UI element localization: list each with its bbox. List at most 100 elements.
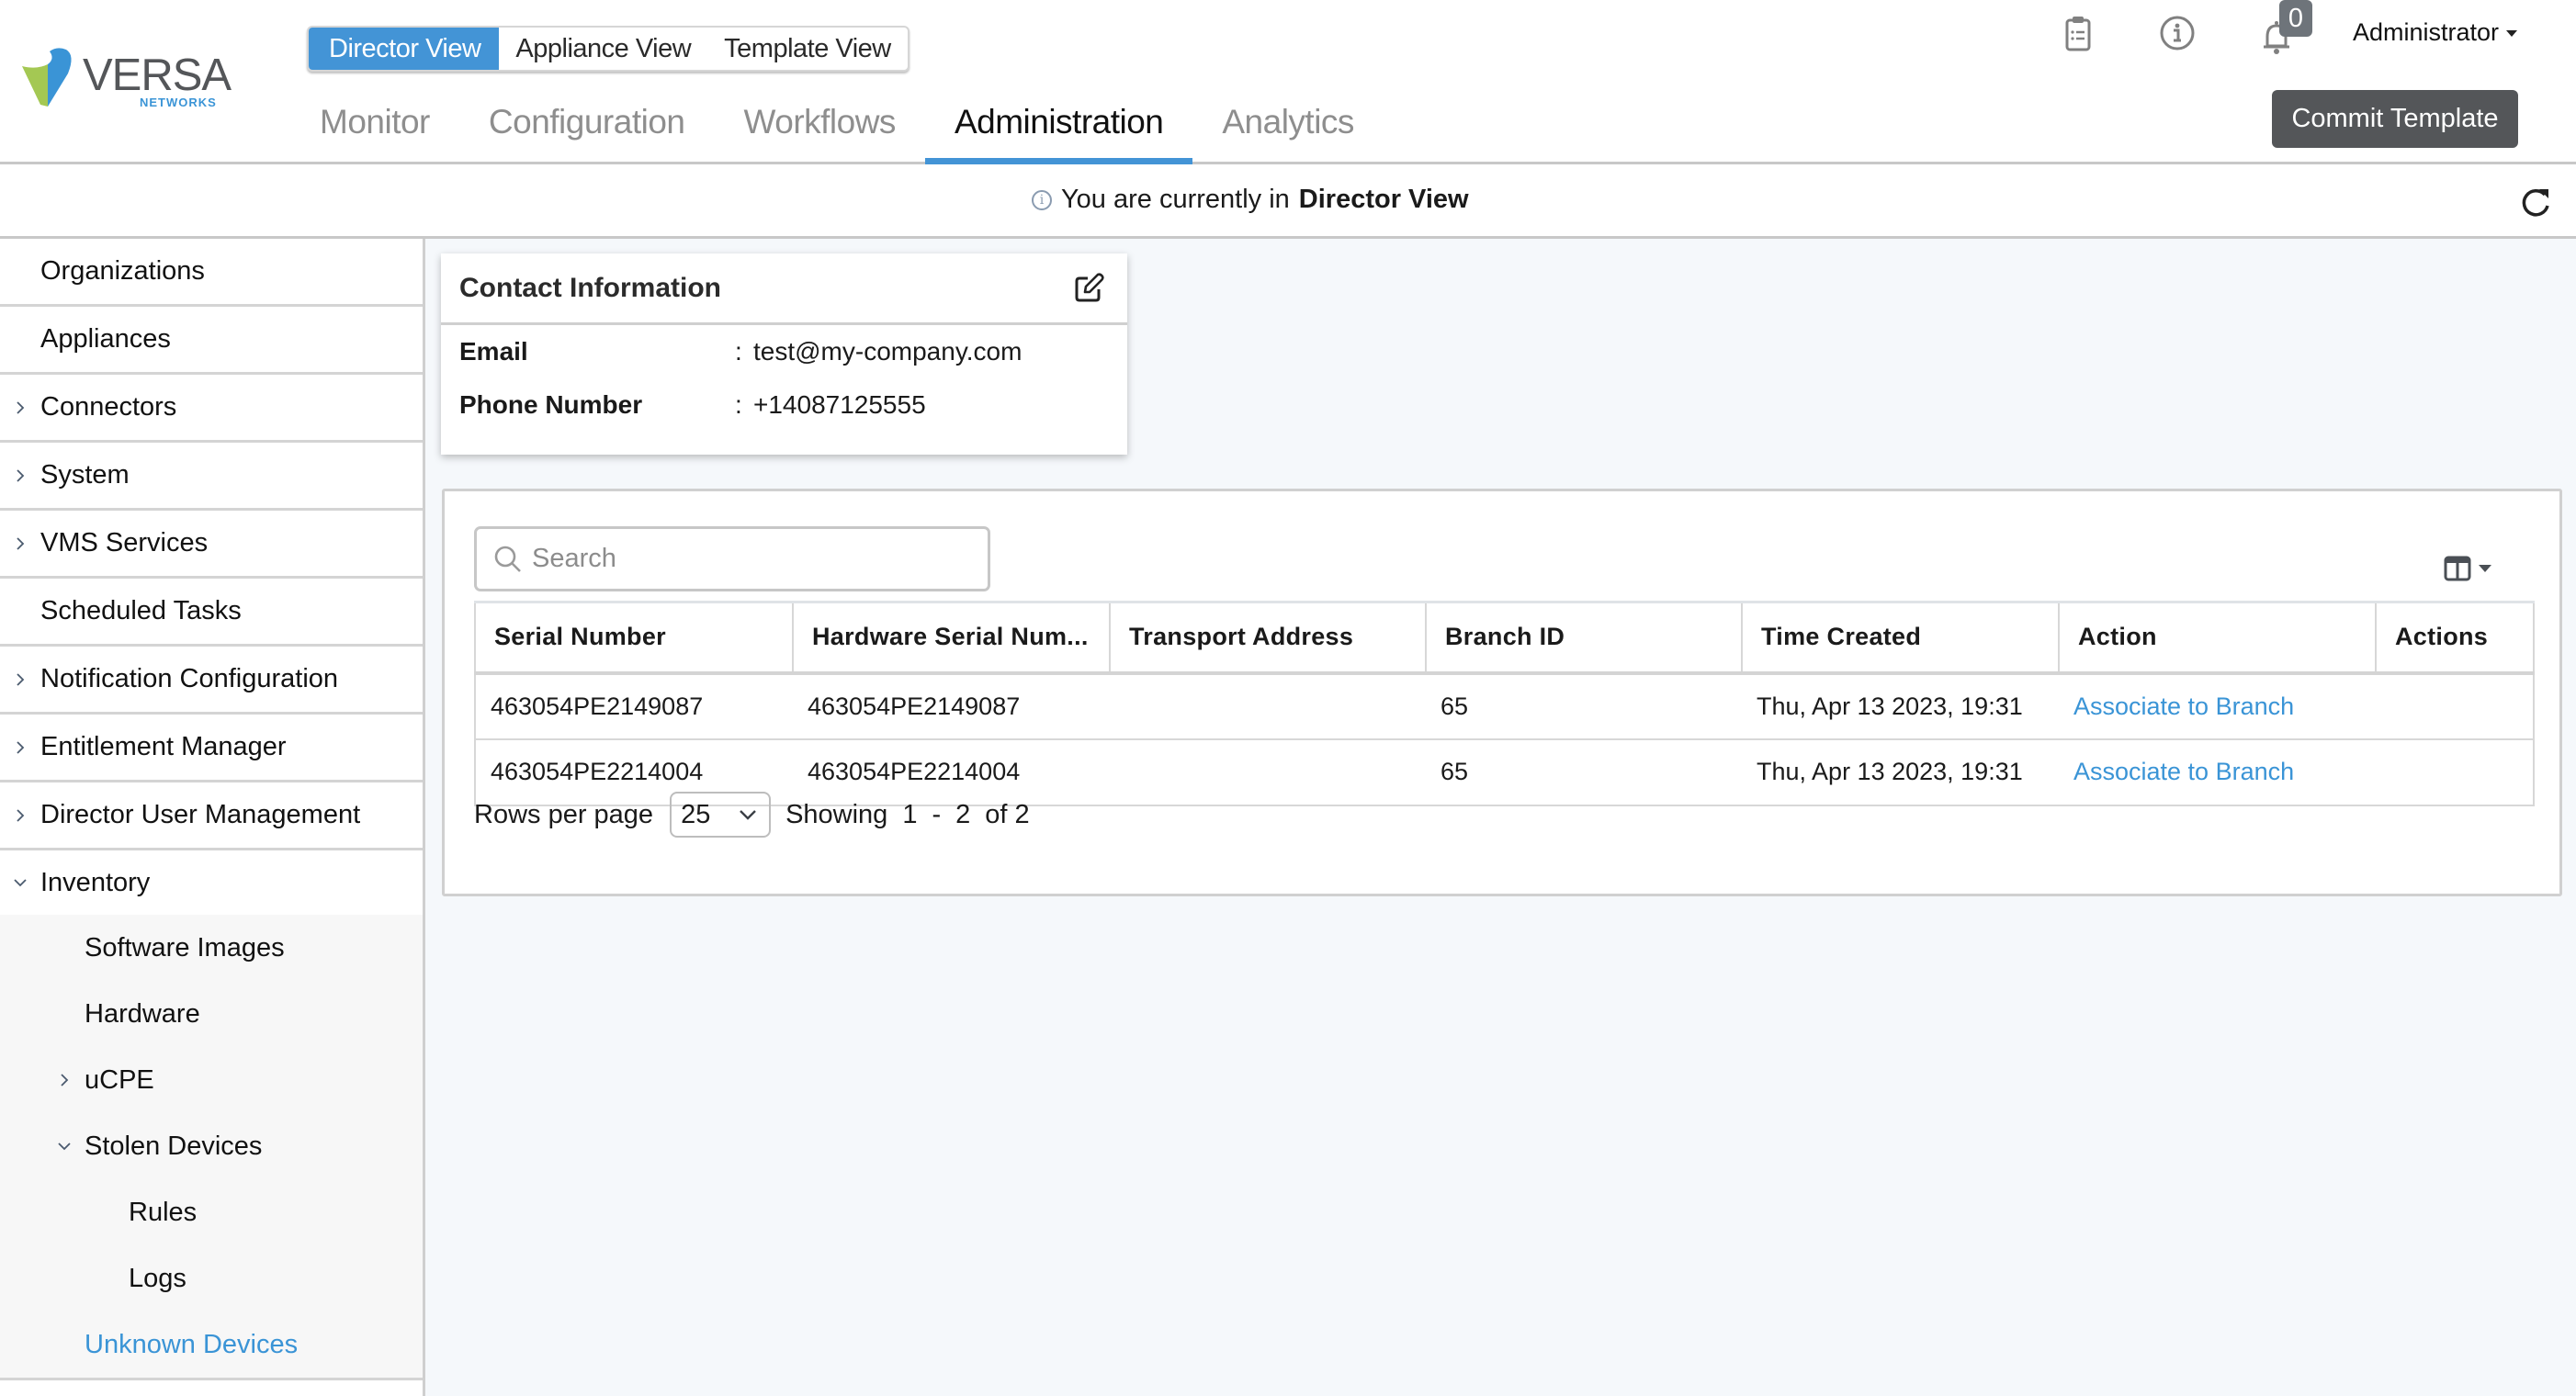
sidebar-item-label: System [40,460,130,490]
chevron-right-icon [17,468,25,482]
cell-transport-address [1110,738,1426,806]
main-nav-tabs: Monitor Configuration Workflows Administ… [290,103,1384,164]
chevron-right-icon [17,672,25,686]
card-title: Contact Information [459,272,721,303]
sidebar-item-rules[interactable]: Rules [0,1179,423,1245]
chevron-down-icon [14,879,27,887]
search-input[interactable] [532,544,973,574]
column-header-hardware-serial-number[interactable]: Hardware Serial Num... [793,602,1111,675]
sidebar-item-software-images[interactable]: Software Images [0,915,423,981]
commit-template-button[interactable]: Commit Template [2272,90,2518,148]
contact-information-card: Contact Information Email : test@my-comp… [441,253,1127,455]
info-icon[interactable] [2157,13,2198,53]
column-header-action[interactable]: Action [2059,602,2377,675]
refresh-icon[interactable] [2517,184,2554,220]
sidebar-item-label: Connectors [40,392,177,422]
current-view-prefix: You are currently in [1061,185,1290,214]
email-label: Email [459,337,528,366]
column-header-branch-id[interactable]: Branch ID [1426,602,1743,675]
sidebar-item-stolen-devices[interactable]: Stolen Devices [0,1113,423,1179]
column-header-serial-number[interactable]: Serial Number [474,602,794,675]
tab-configuration[interactable]: Configuration [459,103,715,164]
sidebar-item-appliances[interactable]: Appliances [0,307,423,375]
tab-workflows[interactable]: Workflows [714,103,924,164]
sidebar-item-label: Appliances [40,324,171,354]
columns-icon [2444,556,2471,581]
sidebar-item-entitlement-manager[interactable]: Entitlement Manager [0,715,423,782]
sidebar-item-organizations[interactable]: Organizations [0,239,423,307]
sidebar-item-inventory[interactable]: Inventory [0,850,423,915]
sidebar-item-ucpe[interactable]: uCPE [0,1047,423,1113]
pagination: Rows per page 25 Showing 1 - 2 of 2 [474,792,1030,838]
rows-per-page-value: 25 [681,799,711,829]
caret-down-icon [2479,565,2491,572]
sidebar-item-label: Director User Management [40,800,361,829]
info-circle-icon: i [1032,189,1052,210]
tab-analytics[interactable]: Analytics [1192,103,1384,164]
search-box[interactable] [474,526,990,591]
rows-per-page-select[interactable]: 25 [670,792,772,838]
table-row[interactable]: 463054PE2149087 463054PE2149087 65 Thu, … [474,672,2535,740]
cell-time-created: Thu, Apr 13 2023, 19:31 [1742,738,2059,806]
rows-per-page-label: Rows per page [474,799,654,829]
sidebar-item-hardware[interactable]: Hardware [0,981,423,1047]
contact-email-row: Email : test@my-company.com [441,325,1127,378]
associate-to-branch-link[interactable]: Associate to Branch [2073,692,2294,720]
logo-wordmark: VERSA [83,51,232,100]
sidebar-item-vms-services[interactable]: VMS Services [0,511,423,579]
chevron-right-icon [17,740,25,754]
sidebar-item-unknown-devices[interactable]: Unknown Devices [0,1312,423,1378]
search-icon [494,546,521,572]
chevron-right-icon [61,1074,69,1086]
sidebar-item-logs[interactable]: Logs [0,1245,423,1312]
versa-networks-logo[interactable]: VERSA NETWORKS [20,42,232,112]
cell-transport-address [1110,672,1426,740]
sidebar-item-director-user-management[interactable]: Director User Management [0,782,423,850]
logo-subtext: NETWORKS [140,96,217,109]
versa-logo-mark-icon [22,48,72,107]
director-view-button[interactable]: Director View [309,28,500,70]
sidebar-item-label: VMS Services [40,528,209,557]
unknown-devices-panel: Serial Number Hardware Serial Num... Tra… [442,489,2562,896]
chevron-right-icon [17,808,25,822]
chevron-right-icon [17,400,25,414]
clipboard-list-icon[interactable] [2058,13,2098,53]
sidebar-item-label: Inventory [40,867,151,897]
sidebar-item-label: Notification Configuration [40,664,339,693]
sidebar-item-system[interactable]: System [0,443,423,511]
sidebar-item-notification-configuration[interactable]: Notification Configuration [0,647,423,715]
cell-time-created: Thu, Apr 13 2023, 19:31 [1742,672,2059,740]
showing-label: Showing [785,799,888,829]
template-view-button[interactable]: Template View [707,28,908,70]
chevron-right-icon [17,536,25,550]
column-header-time-created[interactable]: Time Created [1742,602,2060,675]
associate-to-branch-link[interactable]: Associate to Branch [2073,758,2294,785]
tab-administration[interactable]: Administration [924,103,1193,164]
sidebar-item-label: uCPE [85,1064,154,1095]
chevron-down-icon [740,810,756,820]
column-chooser-button[interactable] [2444,556,2491,581]
cell-action: Associate to Branch [2059,738,2376,806]
sidebar-item-label: Hardware [85,998,200,1029]
column-header-actions[interactable]: Actions [2376,602,2535,675]
range-dash: - [932,799,942,829]
current-view-message: i You are currently in Director View [1032,185,1469,215]
sidebar-item-label: Logs [129,1263,186,1293]
cell-actions [2376,672,2535,740]
appliance-view-button[interactable]: Appliance View [499,28,707,70]
sidebar-item-label: Scheduled Tasks [40,596,242,625]
card-header: Contact Information [441,253,1127,325]
sidebar-item-scheduled-tasks[interactable]: Scheduled Tasks [0,579,423,647]
separator: : [735,390,742,419]
user-menu[interactable]: Administrator [2353,18,2518,47]
view-switcher: Director View Appliance View Template Vi… [307,26,910,72]
edit-icon[interactable] [1072,272,1105,305]
view-info-bar: i You are currently in Director View [0,164,2576,239]
column-header-transport-address[interactable]: Transport Address [1110,602,1427,675]
phone-label: Phone Number [459,390,643,419]
tab-monitor[interactable]: Monitor [290,103,459,164]
current-view-name: Director View [1298,185,1469,214]
sidebar-item-connectors[interactable]: Connectors [0,375,423,443]
range-total: of 2 [985,799,1030,829]
sidebar-item-label: Software Images [85,932,285,963]
